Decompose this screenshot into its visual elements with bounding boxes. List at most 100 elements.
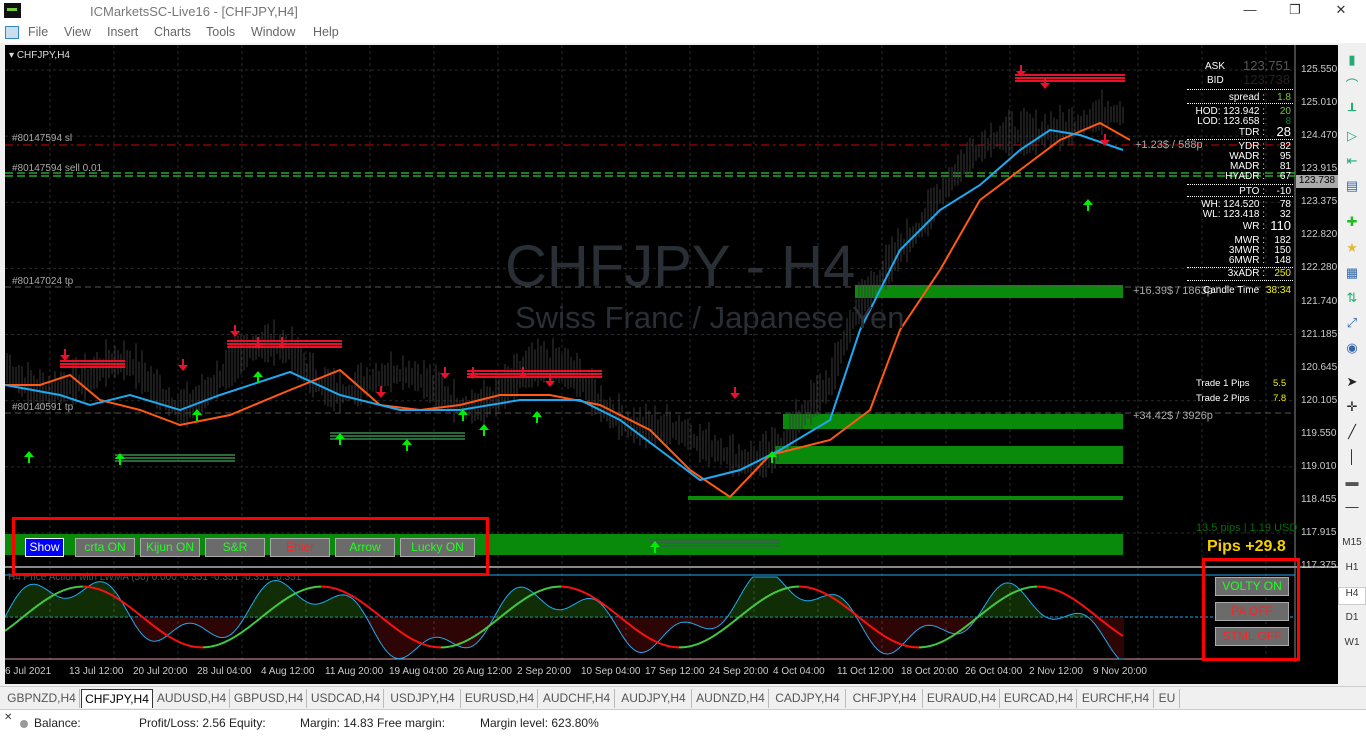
chart-tab[interactable]: USDCAD,H4 xyxy=(308,689,384,708)
osc-lwma-segment xyxy=(94,587,98,590)
volty-button[interactable]: VOLTY ON xyxy=(1215,577,1289,596)
osc-lwma-segment xyxy=(1060,591,1064,594)
menu-view[interactable]: View xyxy=(64,25,91,39)
candlestick-icon[interactable]: ▮ xyxy=(1341,49,1363,71)
transfer-icon[interactable]: ⇅ xyxy=(1341,287,1363,309)
info-row-label: HYADR : xyxy=(1225,171,1265,182)
osc-lwma-segment xyxy=(1000,597,1004,601)
arrow-button[interactable]: Arrow xyxy=(335,538,395,557)
cursor-icon[interactable]: ➤ xyxy=(1341,371,1363,393)
chart-tab[interactable]: AUDUSD,H4 xyxy=(154,689,230,708)
price-tick: 119.550 xyxy=(1301,427,1337,439)
maximize-button[interactable]: ❐ xyxy=(1280,2,1310,22)
osc-lwma-segment xyxy=(412,638,416,642)
kijun-button[interactable]: Kijun ON xyxy=(140,538,200,557)
chart-tab[interactable]: AUDNZD,H4 xyxy=(693,689,769,708)
chart-tab[interactable]: CADJPY,H4 xyxy=(770,689,846,708)
time-tick: 2 Nov 12:00 xyxy=(1029,666,1083,677)
shift-icon[interactable]: ⇤ xyxy=(1341,150,1363,172)
chart-tab[interactable]: AUDCHF,H4 xyxy=(539,689,615,708)
menu-file[interactable]: File xyxy=(28,25,48,39)
osc-lwma-segment xyxy=(348,593,352,597)
zoom-icon[interactable]: ⤢ xyxy=(1341,312,1363,334)
osc-lwma-segment xyxy=(68,587,72,590)
timeframe-h4[interactable]: H4 xyxy=(1338,587,1366,605)
ask-label: ASK xyxy=(1205,61,1226,72)
osc-lwma-segment xyxy=(162,631,166,635)
horizontal-line-icon[interactable]: — xyxy=(1341,496,1363,518)
osc-lwma-segment xyxy=(404,634,408,637)
sr-button[interactable]: S&R xyxy=(205,538,265,557)
down-arrow-icon xyxy=(230,325,240,337)
osc-lwma-segment xyxy=(50,594,54,598)
menu-insert[interactable]: Insert xyxy=(107,25,138,39)
osc-lwma-segment xyxy=(396,628,400,632)
osc-lwma-segment xyxy=(514,603,518,607)
osc-lwma-segment xyxy=(612,610,616,614)
chart-tab[interactable]: USDJPY,H4 xyxy=(385,689,461,708)
chart-tab[interactable]: EURCAD,H4 xyxy=(1001,689,1077,708)
osc-lwma-segment xyxy=(890,638,894,642)
lucky-button[interactable]: Lucky ON xyxy=(400,538,475,557)
chart-tab[interactable]: AUDJPY,H4 xyxy=(616,689,692,708)
bar-chart-icon[interactable]: ┸ xyxy=(1341,100,1363,122)
price-tick: 121.185 xyxy=(1301,328,1338,340)
timeframe-w1[interactable]: W1 xyxy=(1338,637,1366,648)
menu-window[interactable]: Window xyxy=(251,25,295,39)
osc-lwma-segment xyxy=(372,609,376,613)
chart-tab[interactable]: EURCHF,H4 xyxy=(1078,689,1154,708)
osc-lwma-segment xyxy=(150,623,154,627)
menu-help[interactable]: Help xyxy=(313,25,339,39)
info-row-value: 110 xyxy=(1270,218,1291,233)
ehler-button[interactable]: Ehler xyxy=(270,538,330,557)
close-terminal-icon[interactable]: ✕ xyxy=(4,712,12,723)
show-button[interactable]: Show xyxy=(25,538,64,557)
add-indicator-icon[interactable]: ✚ xyxy=(1341,211,1363,233)
osc-lwma-segment xyxy=(1090,611,1094,615)
menu-charts[interactable]: Charts xyxy=(154,25,191,39)
crta-button[interactable]: crta ON xyxy=(75,538,135,557)
vertical-line-icon[interactable]: │ xyxy=(1341,446,1363,468)
osc-lwma-segment xyxy=(284,597,288,601)
pa-button[interactable]: PA OFF xyxy=(1215,602,1289,621)
osc-lwma-segment xyxy=(576,588,580,592)
osc-lwma-segment xyxy=(626,621,630,625)
timeframe-m15[interactable]: M15 xyxy=(1338,537,1366,548)
trendline-icon[interactable]: ╱ xyxy=(1341,421,1363,443)
rectangle-icon[interactable]: ▬ xyxy=(1341,471,1363,493)
chart-area[interactable]: ▾ CHFJPY,H4 CHFJPY - H4 Swiss Franc / Ja… xyxy=(5,45,1338,684)
chart-tab[interactable]: GBPUSD,H4 xyxy=(231,689,307,708)
osc-lwma-segment xyxy=(772,591,776,595)
list-icon[interactable]: ▦ xyxy=(1341,262,1363,284)
osc-lwma-segment xyxy=(950,634,954,638)
minimize-button[interactable]: — xyxy=(1235,2,1265,22)
globe-icon[interactable]: ◉ xyxy=(1341,337,1363,359)
osc-lwma-segment xyxy=(776,589,780,593)
templates-icon[interactable]: ★ xyxy=(1341,237,1363,259)
osc-lwma-segment xyxy=(500,614,504,618)
line-chart-icon[interactable]: ⌒ xyxy=(1341,75,1363,97)
osc-lwma-segment xyxy=(238,631,242,635)
osc-lwma-segment xyxy=(760,598,764,602)
chart-tab[interactable]: EU xyxy=(1155,689,1180,708)
osc-lwma-segment xyxy=(838,601,842,605)
crosshair-icon[interactable]: ✛ xyxy=(1341,396,1363,418)
osc-lwma-segment xyxy=(286,596,290,600)
play-icon[interactable]: ▷ xyxy=(1341,125,1363,147)
osc-lwma-segment xyxy=(148,621,152,625)
chart-tab[interactable]: CHFJPY,H4 xyxy=(847,689,923,708)
indicator-window-icon[interactable]: ▤ xyxy=(1341,175,1363,197)
osc-lwma-segment xyxy=(424,643,428,647)
chart-tab[interactable]: GBPNZD,H4 xyxy=(4,689,80,708)
chart-tab[interactable]: CHFJPY,H4 xyxy=(81,689,153,708)
osc-lwma-segment xyxy=(600,601,604,605)
timeframe-h1[interactable]: H1 xyxy=(1338,562,1366,573)
chart-tab[interactable]: EURAUD,H4 xyxy=(924,689,1000,708)
chart-tab[interactable]: EURUSD,H4 xyxy=(462,689,538,708)
menu-tools[interactable]: Tools xyxy=(206,25,235,39)
close-button[interactable]: ✕ xyxy=(1326,2,1356,22)
stml-button[interactable]: STML OFF xyxy=(1215,627,1289,646)
osc-lwma-segment xyxy=(498,615,502,619)
timeframe-d1[interactable]: D1 xyxy=(1338,612,1366,623)
osc-lwma-segment xyxy=(516,601,520,606)
